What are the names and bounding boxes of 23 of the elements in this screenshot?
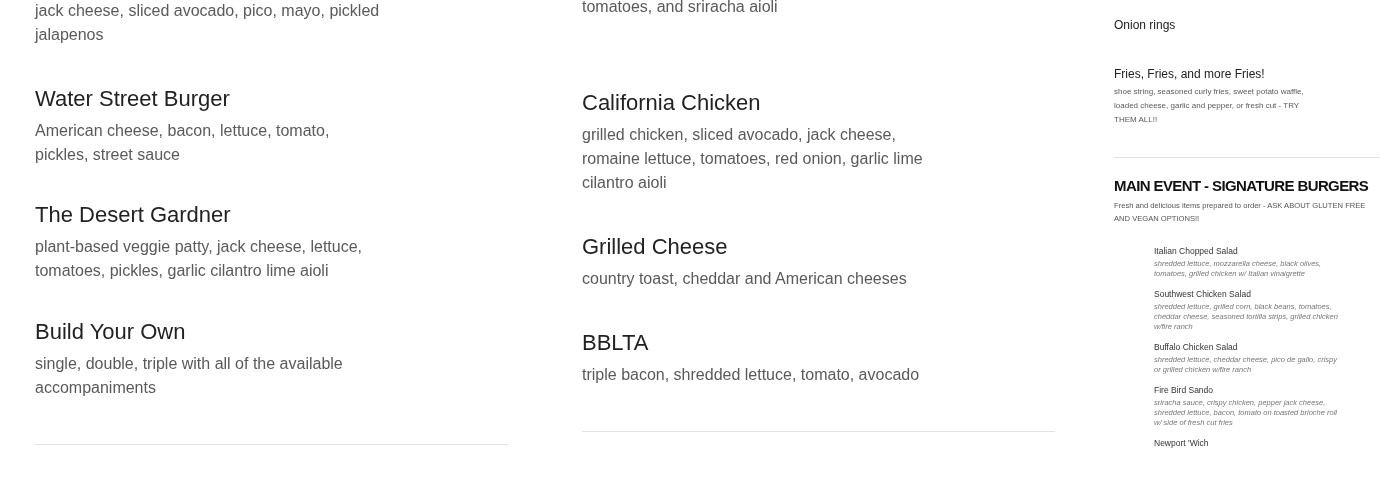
item-name: The Desert Gardner bbox=[35, 201, 232, 229]
item-name: Onion rings bbox=[1114, 17, 1177, 33]
item-description: country toast, cheddar and American cheeses bbox=[582, 269, 908, 289]
item-name: Southwest Chicken Salad bbox=[1154, 288, 1252, 300]
item-name: BBLTA bbox=[582, 329, 650, 357]
item-name: Italian Chopped Salad bbox=[1154, 245, 1239, 257]
item-name: Grilled Cheese bbox=[582, 233, 729, 261]
item-description: single, double, triple with all of the available accompaniments bbox=[35, 354, 344, 398]
item-name: Newport 'Wich bbox=[1154, 437, 1210, 449]
item-name: Build Your Own bbox=[35, 318, 187, 346]
item-description: jack cheese, sliced avocado, pico, mayo, pickled jalapenos bbox=[35, 1, 381, 45]
item-description: tomatoes, and sriracha aioli bbox=[582, 0, 779, 17]
item-name: Fire Bird Sando bbox=[1154, 384, 1215, 396]
section-heading: MAIN EVENT - SIGNATURE BURGERS bbox=[1114, 176, 1370, 196]
item-name: Fries, Fries, and more Fries! bbox=[1114, 66, 1266, 82]
item-name: Water Street Burger bbox=[35, 85, 231, 113]
item-description: plant-based veggie patty, jack cheese, lettuce, tomatoes, pickles, garlic cilantro lime aioli bbox=[35, 237, 363, 281]
item-description: triple bacon, shredded lettuce, tomato, avocado bbox=[582, 365, 921, 385]
item-description: grilled chicken, sliced avocado, jack cheese, romaine lettuce, tomatoes, red onion, garlic lime cilantro aioli bbox=[582, 125, 924, 193]
item-name: Buffalo Chicken Salad bbox=[1154, 341, 1239, 353]
item-description: American cheese, bacon, lettuce, tomato, pickles, street sauce bbox=[35, 121, 331, 165]
item-name: California Chicken bbox=[582, 89, 762, 117]
item-description: shoe string, seasoned curly fries, sweet potato waffle, loaded cheese, garlic and pepper, or fresh cut - TRY THEM ALL!! bbox=[1114, 86, 1305, 126]
